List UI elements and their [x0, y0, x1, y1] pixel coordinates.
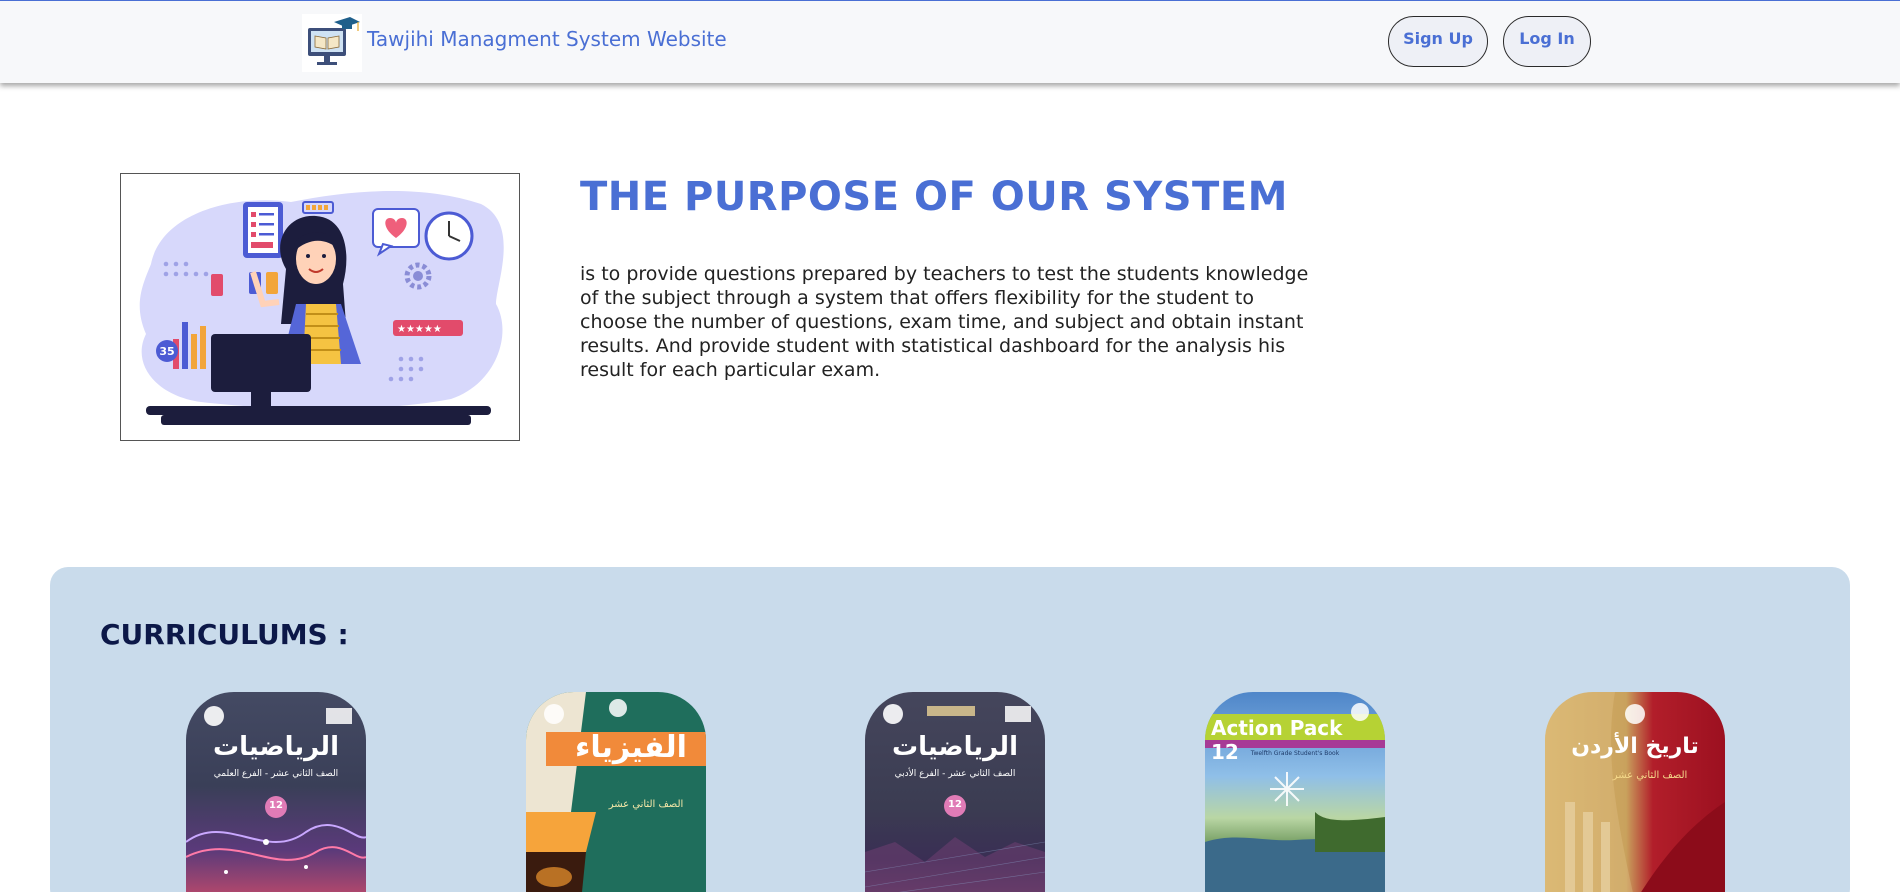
- book-subtitle: الصف الثاني عشر: [1612, 770, 1688, 781]
- purpose-title: THE PURPOSE OF OUR SYSTEM: [580, 174, 1288, 220]
- book-subtitle: الصف الثاني عشر - الفرع الأدبي: [894, 769, 1016, 779]
- brand-logo-icon[interactable]: [302, 14, 362, 72]
- checklist-icon: [243, 202, 283, 258]
- brand-title[interactable]: Tawjihi Managment System Website: [367, 27, 727, 51]
- book-grade: 12: [948, 799, 962, 810]
- book-title: الفيزياء: [575, 730, 687, 765]
- clock-icon: [424, 211, 474, 261]
- book-action-pack[interactable]: Action Pack 12 Twelfth Grade Student's B…: [1205, 692, 1385, 892]
- login-button[interactable]: Log In: [1503, 16, 1591, 67]
- book-subtitle: الصف الثاني عشر: [608, 799, 684, 810]
- book-math-scientific[interactable]: الرياضيات الصف الثاني عشر - الفرع العلمي…: [186, 692, 366, 892]
- svg-text:★★★★★: ★★★★★: [397, 324, 442, 335]
- book-title: الرياضيات: [891, 732, 1018, 762]
- book-subtitle: Twelfth Grade Student's Book: [1250, 750, 1340, 757]
- book-subtitle: الصف الثاني عشر - الفرع العلمي: [213, 769, 339, 779]
- book-physics[interactable]: الفيزياء الصف الثاني عشر: [526, 692, 706, 892]
- curriculums-title: CURRICULUMS :: [100, 618, 349, 651]
- book-title: الرياضيات: [212, 732, 339, 762]
- heart-icon: [372, 208, 420, 257]
- book-math-literary[interactable]: الرياضيات الصف الثاني عشر - الفرع الأدبي…: [865, 692, 1045, 892]
- purpose-description: is to provide questions prepared by teac…: [580, 263, 1309, 381]
- rating-stars-icon: ★★★★★: [393, 320, 463, 336]
- top-navbar: Tawjihi Managment System Website Sign Up…: [0, 0, 1900, 83]
- book-title: تاريخ الأردن: [1571, 734, 1699, 759]
- book-grade: 12: [269, 800, 283, 811]
- book-history-jordan[interactable]: تاريخ الأردن الصف الثاني عشر: [1545, 692, 1725, 892]
- svg-text:35: 35: [159, 345, 174, 358]
- purpose-illustration: ★★★★★ 35: [120, 173, 520, 441]
- signup-button[interactable]: Sign Up: [1388, 16, 1488, 67]
